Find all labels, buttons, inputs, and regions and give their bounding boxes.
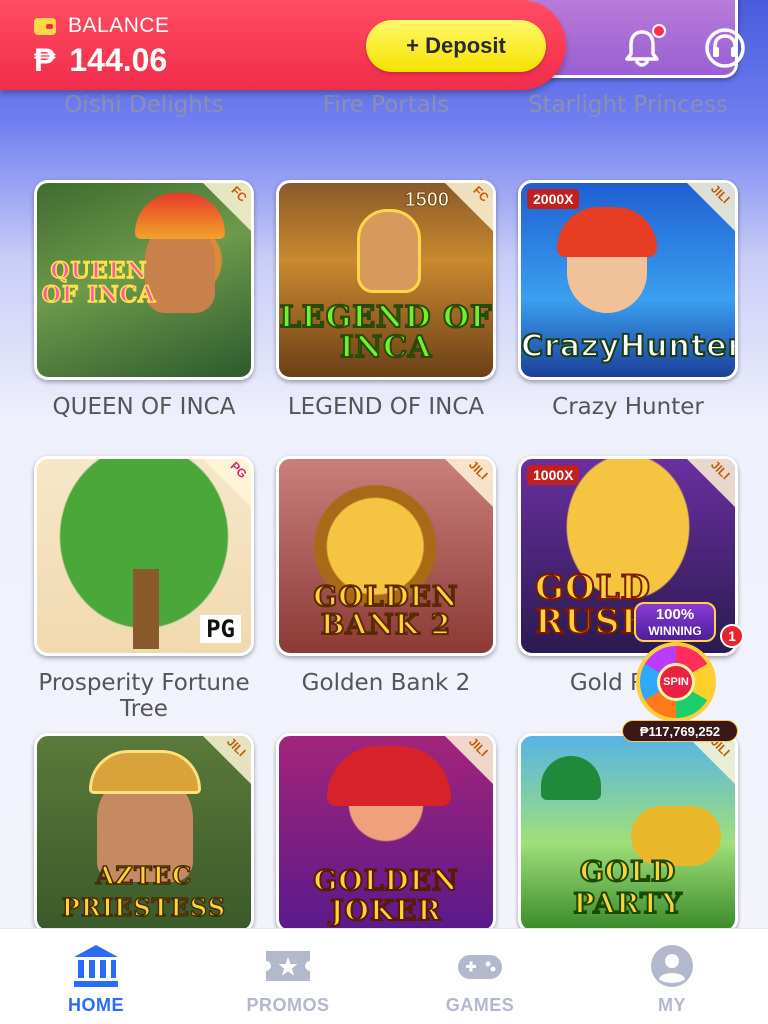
- spin-widget[interactable]: 100% WINNING 1 SPIN ₱117,769,252: [620, 602, 744, 742]
- game-title: QUEEN OF INCA: [52, 394, 236, 420]
- notification-dot: [652, 24, 666, 38]
- spin-button[interactable]: SPIN: [657, 663, 695, 701]
- game-title: Oishi Delights: [64, 92, 224, 118]
- game-title: Golden Bank 2: [301, 670, 471, 696]
- game-tile[interactable]: JILI 2000X CrazyHunter Crazy Hunter: [518, 180, 738, 420]
- provider-logo: PG: [200, 615, 241, 643]
- multiplier-badge: 1000X: [527, 465, 580, 485]
- game-art-title: GOLDEN JOKER: [312, 864, 459, 927]
- game-tile[interactable]: FC 1500 LEGEND OF INCA LEGEND OF INCA: [276, 180, 496, 420]
- winning-label: WINNING: [648, 624, 702, 638]
- balance-bar: BALANCE ₱ 144.06 + Deposit: [0, 0, 566, 90]
- provider-tag: JILI: [681, 183, 735, 237]
- game-title: Crazy Hunter: [552, 394, 704, 420]
- game-thumbnail[interactable]: FC QUEEN OF INCA: [34, 180, 254, 380]
- game-art-title: QUEEN OF INCA: [41, 258, 157, 308]
- game-title: Fire Portals: [322, 92, 450, 118]
- game-art-title: GOLDEN BANK 2: [312, 580, 459, 641]
- winning-badge: 100% WINNING: [634, 602, 716, 642]
- nav-promos-label: PROMOS: [246, 995, 330, 1015]
- nav-games-label: GAMES: [445, 995, 515, 1015]
- top-header: BALANCE ₱ 144.06 + Deposit: [0, 0, 768, 92]
- game-thumbnail[interactable]: JILI 2000X CrazyHunter: [518, 180, 738, 380]
- provider-tag: JILI: [439, 459, 493, 513]
- balance-label: BALANCE: [68, 14, 170, 37]
- spin-count-badge: 1: [720, 624, 744, 648]
- game-tile[interactable]: JILI AZTEC PRIESTESS: [34, 733, 254, 930]
- winning-percent: 100%: [655, 606, 695, 623]
- game-tile[interactable]: PG PG Prosperity Fortune Tree: [34, 456, 254, 722]
- game-thumbnail[interactable]: JILI AZTEC PRIESTESS: [34, 733, 254, 930]
- game-title: LEGEND OF INCA: [287, 394, 485, 420]
- multiplier-badge: 2000X: [527, 189, 580, 209]
- user-icon: [651, 945, 693, 987]
- game-art-title: GOLD PARTY: [572, 855, 683, 921]
- provider-tag: FC: [197, 183, 251, 237]
- game-title: Starlight Princess: [527, 92, 729, 118]
- game-thumbnail[interactable]: FC 1500 LEGEND OF INCA: [276, 180, 496, 380]
- bell-icon[interactable]: [620, 24, 666, 70]
- nav-home[interactable]: HOME: [0, 929, 192, 1024]
- provider-tag: PG: [197, 459, 251, 513]
- ticket-icon: [266, 951, 310, 981]
- gamepad-icon: [458, 955, 502, 979]
- game-tile[interactable]: JILI GOLDEN BANK 2 Golden Bank 2: [276, 456, 496, 696]
- nav-home-label: HOME: [68, 995, 124, 1015]
- game-thumbnail[interactable]: JILI GOLDEN BANK 2: [276, 456, 496, 656]
- balance-label-row: BALANCE: [34, 14, 170, 38]
- game-thumbnail[interactable]: PG PG: [34, 456, 254, 656]
- game-art-title: CrazyHunter: [521, 329, 738, 364]
- nav-games[interactable]: GAMES: [384, 929, 576, 1024]
- provider-tag: FC: [439, 183, 493, 237]
- balance-amount: 144.06: [69, 42, 168, 78]
- nav-my[interactable]: MY: [576, 929, 768, 1024]
- provider-tag: JILI: [197, 736, 251, 790]
- nav-my-label: MY: [658, 995, 686, 1015]
- game-thumbnail[interactable]: JILI GOLD PARTY: [518, 733, 738, 930]
- jackpot-amount: ₱117,769,252: [622, 720, 738, 742]
- game-tile[interactable]: FC QUEEN OF INCA QUEEN OF INCA: [34, 180, 254, 420]
- game-art-title: AZTEC PRIESTESS: [61, 860, 227, 923]
- provider-tag: JILI: [439, 736, 493, 790]
- wallet-icon: [34, 16, 58, 36]
- bottom-nav: HOME PROMOS GAMES MY: [0, 928, 768, 1024]
- support-icon[interactable]: [703, 26, 747, 70]
- game-art-title: LEGEND OF INCA: [279, 300, 493, 365]
- nav-promos[interactable]: PROMOS: [192, 929, 384, 1024]
- game-tile[interactable]: JILI GOLD PARTY: [518, 733, 738, 930]
- bank-icon: [74, 945, 118, 987]
- game-tile[interactable]: JILI GOLDEN JOKER: [276, 733, 496, 930]
- provider-tag: JILI: [681, 459, 735, 513]
- currency-symbol: ₱: [34, 42, 56, 78]
- deposit-button[interactable]: + Deposit: [366, 20, 546, 72]
- game-title: Prosperity Fortune Tree: [38, 670, 250, 722]
- game-grid: Oishi Delights Fire Portals Starlight Pr…: [0, 0, 768, 930]
- game-thumbnail[interactable]: JILI GOLDEN JOKER: [276, 733, 496, 930]
- balance-amount-row: ₱ 144.06: [34, 42, 167, 79]
- spin-wheel-icon[interactable]: SPIN: [636, 642, 716, 722]
